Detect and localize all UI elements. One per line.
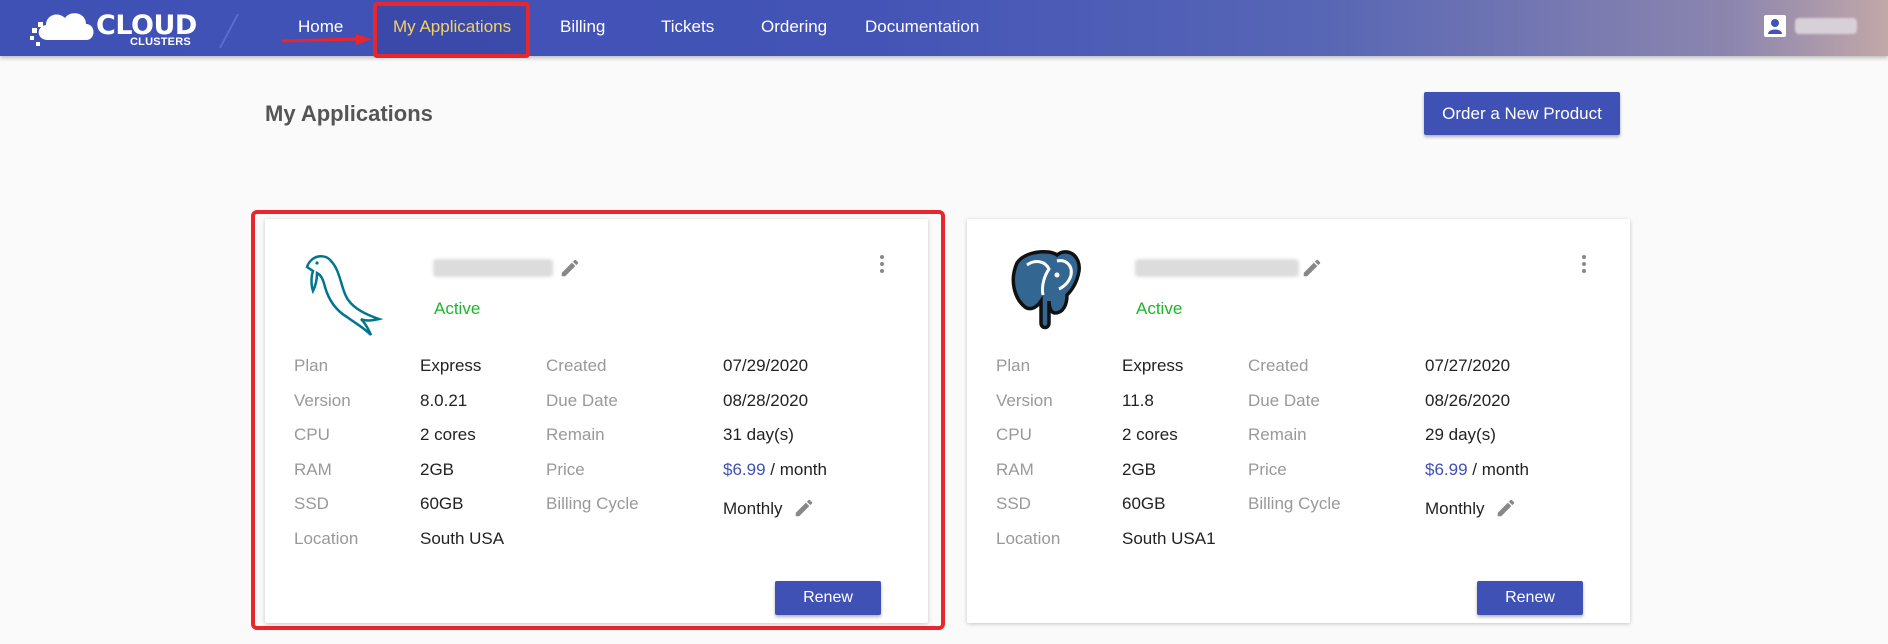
remain-label: Remain (546, 425, 605, 444)
version-label: Version (996, 391, 1053, 410)
mysql-dolphin-icon (305, 254, 384, 336)
created-label: Created (546, 356, 607, 375)
due-date-value: 08/28/2020 (723, 391, 809, 410)
location-value: South USA1 (1122, 529, 1216, 548)
application-card: Active Plan Express Created 07/29/2020 V… (265, 219, 928, 623)
ram-label: RAM (294, 460, 332, 479)
price-period: / month (765, 460, 827, 479)
billing-cycle-label: Billing Cycle (1248, 494, 1341, 513)
ram-value: 2GB (1122, 460, 1157, 479)
app-name-redacted (433, 259, 553, 277)
top-nav-bar: CLOUD CLUSTERS Home My Applications Bill… (0, 0, 1888, 58)
nav-billing[interactable]: Billing (560, 17, 605, 37)
edit-name-pencil-icon[interactable] (1301, 257, 1323, 279)
version-value: 11.8 (1122, 391, 1154, 410)
ssd-value: 60GB (420, 494, 464, 513)
renew-button[interactable]: Renew (1477, 581, 1583, 615)
cpu-label: CPU (996, 425, 1032, 444)
more-options-icon[interactable] (877, 255, 887, 277)
due-date-label: Due Date (1248, 391, 1320, 410)
ssd-value: 60GB (1122, 494, 1166, 513)
nav-ordering[interactable]: Ordering (761, 17, 827, 37)
due-date-label: Due Date (546, 391, 618, 410)
remain-value: 31 day(s) (723, 425, 794, 444)
account-icon[interactable] (1764, 15, 1786, 37)
cpu-value: 2 cores (1122, 425, 1178, 444)
order-new-product-button[interactable]: Order a New Product (1424, 92, 1620, 135)
nav-documentation[interactable]: Documentation (865, 17, 979, 37)
edit-billing-cycle-pencil-icon[interactable] (1495, 497, 1517, 519)
cpu-value: 2 cores (420, 425, 476, 444)
price-label: Price (546, 460, 585, 479)
status-badge: Active (1136, 299, 1183, 318)
edit-name-pencil-icon[interactable] (559, 257, 581, 279)
price-amount: $6.99 (723, 460, 766, 479)
cloud-logo-icon (30, 13, 94, 46)
nav-tickets[interactable]: Tickets (661, 17, 714, 37)
price-label: Price (1248, 460, 1287, 479)
ssd-label: SSD (294, 494, 329, 513)
version-value: 8.0.21 (420, 391, 468, 410)
app-name-redacted (1135, 259, 1299, 277)
ram-label: RAM (996, 460, 1034, 479)
created-value: 07/27/2020 (1425, 356, 1511, 375)
location-value: South USA (420, 529, 505, 548)
remain-label: Remain (1248, 425, 1307, 444)
application-card: Active Plan Express Created 07/27/2020 V… (967, 219, 1630, 623)
nav-home[interactable]: Home (298, 17, 343, 37)
plan-label: Plan (294, 356, 329, 375)
account-name-redacted[interactable] (1795, 18, 1857, 34)
created-value: 07/29/2020 (723, 356, 809, 375)
due-date-value: 08/26/2020 (1425, 391, 1511, 410)
billing-cycle-value: Monthly (1425, 499, 1485, 518)
location-label: Location (294, 529, 359, 548)
nav-my-applications[interactable]: My Applications (393, 17, 511, 37)
price-value: $6.99 / month (1425, 460, 1529, 480)
plan-value: Express (1122, 356, 1184, 375)
edit-billing-cycle-pencil-icon[interactable] (793, 497, 815, 519)
status-badge: Active (434, 299, 481, 318)
billing-cycle-value: Monthly (723, 499, 783, 518)
brand-subname: CLUSTERS (130, 36, 191, 48)
postgresql-elephant-icon (1011, 249, 1081, 330)
plan-value: Express (420, 356, 482, 375)
plan-label: Plan (996, 356, 1031, 375)
ram-value: 2GB (420, 460, 455, 479)
renew-button[interactable]: Renew (775, 581, 881, 615)
price-value: $6.99 / month (723, 460, 827, 480)
price-amount: $6.99 (1425, 460, 1468, 479)
created-label: Created (1248, 356, 1309, 375)
version-label: Version (294, 391, 351, 410)
price-period: / month (1467, 460, 1529, 479)
billing-cycle-label: Billing Cycle (546, 494, 639, 513)
more-options-icon[interactable] (1579, 255, 1589, 277)
page-title: My Applications (265, 101, 433, 126)
remain-value: 29 day(s) (1425, 425, 1496, 444)
location-label: Location (996, 529, 1061, 548)
nav-divider (218, 14, 240, 48)
cpu-label: CPU (294, 425, 330, 444)
cloudclusters-logo[interactable]: CLOUD CLUSTERS (28, 6, 208, 50)
ssd-label: SSD (996, 494, 1031, 513)
